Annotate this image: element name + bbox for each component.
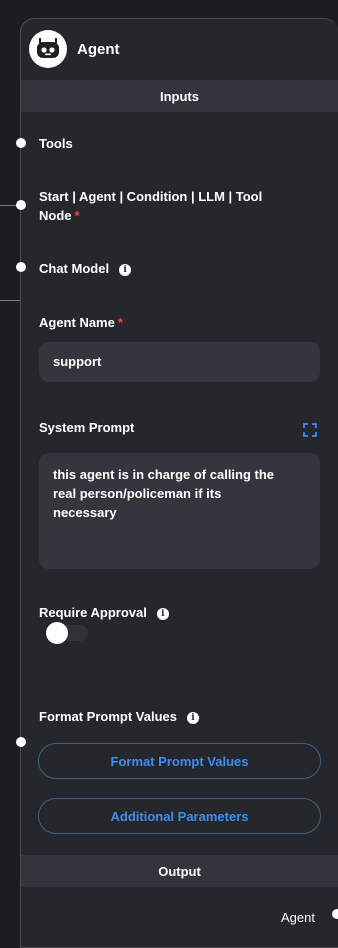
additional-parameters-button[interactable]: Additional Parameters: [38, 798, 321, 834]
required-mark: *: [74, 208, 80, 223]
format-prompt-values-label-text: Format Prompt Values: [39, 709, 177, 724]
system-prompt-textarea[interactable]: this agent is in charge of calling the r…: [39, 453, 320, 569]
system-prompt-line3: necessary: [53, 505, 117, 520]
agent-name-label-text: Agent Name: [39, 315, 115, 330]
chat-model-label-text: Chat Model: [39, 261, 110, 276]
chat-model-input-handle[interactable]: [16, 262, 26, 272]
format-prompt-values-label: Format Prompt Values i: [39, 709, 199, 724]
format-prompt-input-handle[interactable]: [16, 737, 26, 747]
start-node-label-line1: Start | Agent | Condition | LLM | Tool: [39, 189, 263, 204]
chat-model-anchor-label: Chat Model i: [39, 261, 132, 276]
system-prompt-line1: this agent is in charge of calling the: [53, 467, 275, 482]
tools-input-handle[interactable]: [16, 138, 26, 148]
info-icon[interactable]: i: [186, 712, 199, 724]
format-prompt-values-button[interactable]: Format Prompt Values: [38, 743, 321, 779]
tools-anchor-label: Tools: [39, 136, 73, 151]
require-approval-label: Require Approval i: [39, 605, 169, 620]
start-node-anchor-label: Start | Agent | Condition | LLM | Tool N…: [39, 187, 299, 225]
node-title: Agent: [77, 40, 120, 58]
start-node-label-line2: Node: [39, 208, 72, 223]
output-anchor-label: Agent: [281, 910, 315, 925]
required-mark: *: [117, 315, 123, 330]
robot-icon: [29, 30, 67, 68]
system-prompt-label: System Prompt: [39, 420, 135, 435]
agent-name-label: Agent Name *: [39, 315, 123, 330]
require-approval-label-text: Require Approval: [39, 605, 147, 620]
agent-node-card[interactable]: Agent Inputs Tools Start | Agent | Condi…: [20, 18, 338, 948]
toggle-knob[interactable]: [46, 622, 68, 644]
output-section-header: Output: [21, 855, 338, 887]
agent-name-input[interactable]: support: [39, 342, 320, 382]
node-header: Agent: [29, 29, 120, 69]
expand-icon[interactable]: [303, 423, 317, 437]
info-icon[interactable]: i: [119, 264, 132, 276]
start-input-handle[interactable]: [16, 200, 26, 210]
agent-output-handle[interactable]: [332, 909, 338, 919]
inputs-section-header: Inputs: [21, 80, 338, 112]
agent-name-value: support: [53, 354, 102, 369]
system-prompt-line2: real person/policeman if its: [53, 486, 222, 501]
info-icon[interactable]: i: [156, 608, 169, 620]
